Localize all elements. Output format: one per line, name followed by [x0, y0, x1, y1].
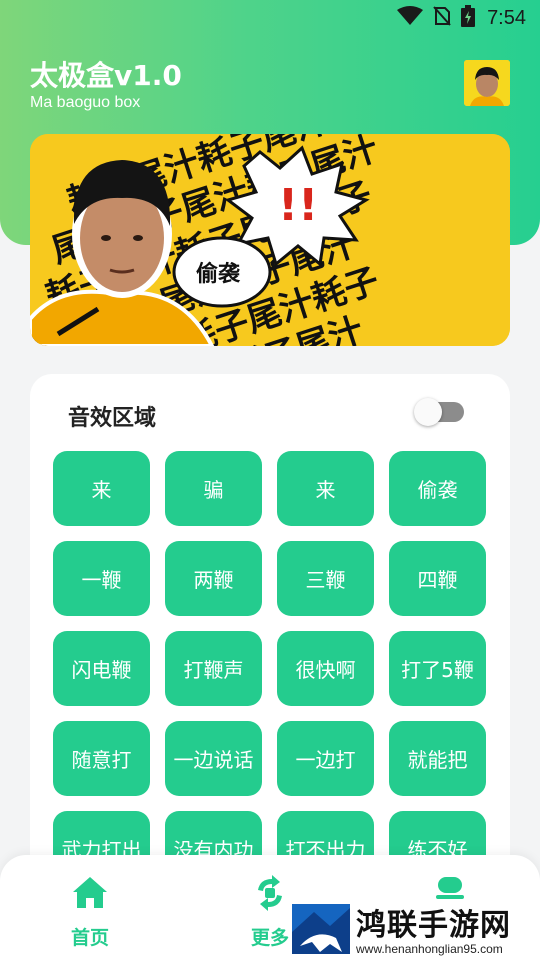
app-subtitle: Ma baoguo box	[30, 94, 141, 111]
banner-image[interactable]: 耗子尾汁耗子尾汁耗子 尾汁耗子尾汁耗子尾汁 耗子尾汁耗子尾汁耗子 尾汁耗子尾汁耗…	[30, 134, 510, 346]
sound-button[interactable]: 闪电鞭	[53, 631, 150, 706]
sound-button[interactable]: 随意打	[53, 721, 150, 796]
svg-text:偷袭: 偷袭	[196, 261, 241, 287]
status-bar: 7:54	[0, 0, 540, 36]
sound-area-title: 音效区域	[68, 406, 157, 431]
sound-button[interactable]: 很快啊	[277, 631, 374, 706]
sound-area-card: 音效区域 来 骗 来 偷袭 一鞭 两鞭 三鞭 四鞭 闪电鞭 打鞭声 很快啊 打了…	[30, 374, 510, 914]
sound-button[interactable]: 就能把	[389, 721, 486, 796]
sound-button[interactable]: 来	[53, 451, 150, 526]
sound-button[interactable]: 四鞭	[389, 541, 486, 616]
sound-button[interactable]: 三鞭	[277, 541, 374, 616]
watermark: 鸿联手游网 www.henanhonglian95.com	[290, 898, 540, 960]
nav-label-home: 首页	[70, 927, 109, 949]
nav-item-home[interactable]: 首页	[45, 873, 135, 950]
no-sim-icon	[433, 5, 451, 31]
toggle-knob	[414, 398, 442, 426]
svg-text:!!: !!	[278, 180, 318, 231]
status-time: 7:54	[487, 6, 526, 29]
sound-button[interactable]: 两鞭	[165, 541, 262, 616]
sound-area-toggle[interactable]	[414, 398, 464, 426]
sound-button[interactable]: 一边说话	[165, 721, 262, 796]
sound-button[interactable]: 打了5鞭	[389, 631, 486, 706]
watermark-url: www.henanhonglian95.com	[356, 942, 503, 956]
sound-button[interactable]: 打鞭声	[165, 631, 262, 706]
watermark-logo-icon	[292, 904, 350, 954]
wifi-icon	[397, 5, 424, 31]
sound-button[interactable]: 一鞭	[53, 541, 150, 616]
battery-charging-icon	[461, 4, 476, 32]
sound-button-grid: 来 骗 来 偷袭 一鞭 两鞭 三鞭 四鞭 闪电鞭 打鞭声 很快啊 打了5鞭 随意…	[53, 451, 487, 886]
refresh-icon	[250, 873, 290, 913]
sound-button[interactable]: 偷袭	[389, 451, 486, 526]
home-icon	[70, 873, 110, 913]
avatar[interactable]	[464, 60, 510, 106]
app-title: 太极盒v1.0	[30, 59, 182, 92]
sound-button[interactable]: 来	[277, 451, 374, 526]
sound-button[interactable]: 骗	[165, 451, 262, 526]
sound-button[interactable]: 一边打	[277, 721, 374, 796]
watermark-text: 鸿联手游网	[356, 908, 511, 943]
